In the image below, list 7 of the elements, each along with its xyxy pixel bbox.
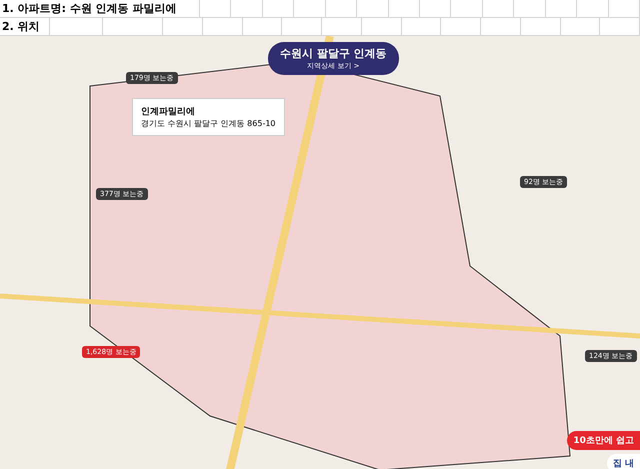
apartment-name: 인계파밀리에 (141, 106, 196, 118)
cta-button[interactable]: 10초만에 쉽고 (567, 431, 640, 450)
region-title: 수원시 팔달구 인계동 (280, 46, 387, 61)
list-button[interactable]: 집 내 (606, 454, 640, 469)
sheet-cell[interactable]: 1. 아파트명: 수원 인계동 파밀리에 (2, 0, 177, 17)
sheet-cell[interactable]: 2. 위치 (2, 18, 40, 35)
apartment-address: 경기도 수원시 팔달구 인계동 865-10 (141, 118, 276, 129)
